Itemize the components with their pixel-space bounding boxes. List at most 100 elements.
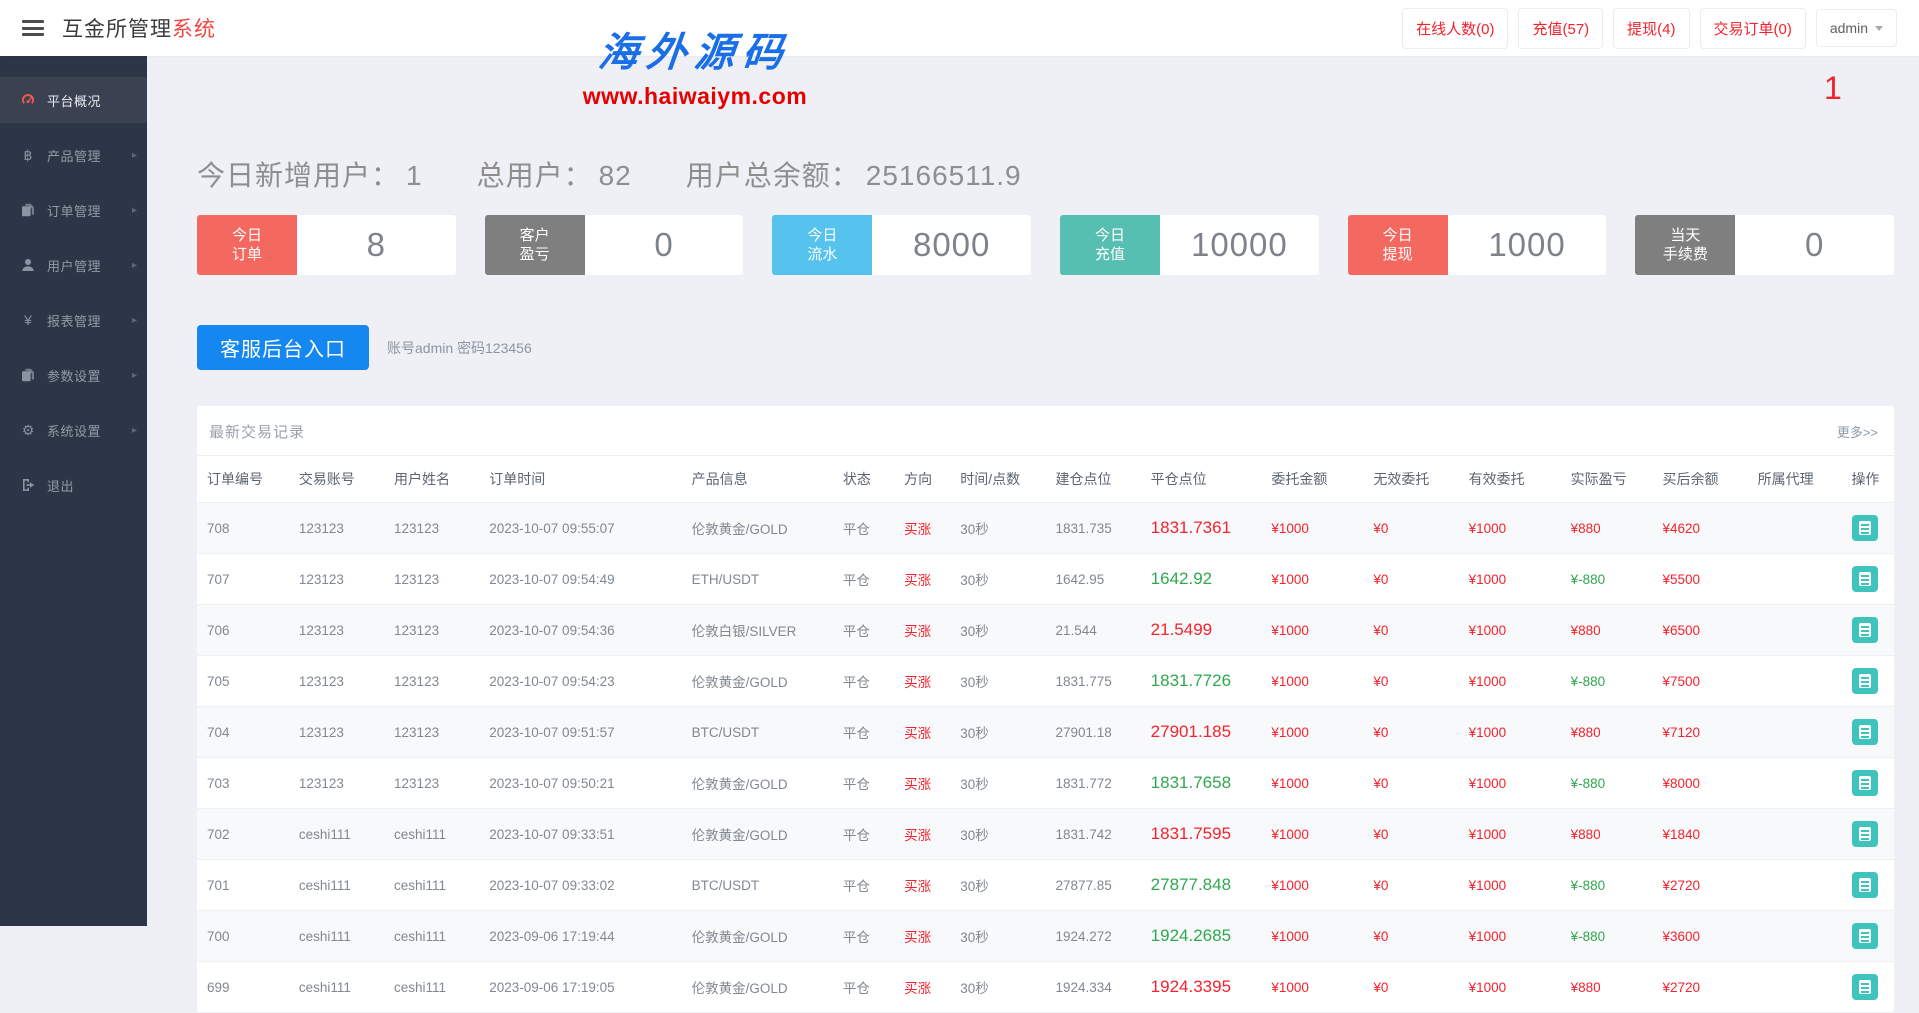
cell-profit: ¥880 xyxy=(1561,809,1653,860)
document-icon xyxy=(1859,980,1871,994)
sidebar-item-params[interactable]: 参数设置▸ xyxy=(0,352,147,398)
cell-open-price: 1831.735 xyxy=(1045,503,1140,554)
sidebar-item-label: 退出 xyxy=(47,476,74,495)
document-icon xyxy=(1859,878,1871,892)
cell-status: 平仓 xyxy=(833,860,894,911)
cell-amount: ¥1000 xyxy=(1261,758,1363,809)
sidebar-item-reports[interactable]: ¥报表管理▸ xyxy=(0,297,147,343)
header-button-recharge[interactable]: 充值(57) xyxy=(1518,8,1603,49)
stat-card-value: 10000 xyxy=(1160,215,1319,275)
cell-balance: ¥7500 xyxy=(1652,656,1747,707)
summary-stats: 今日新增用户：1总用户：82用户总余额：25166511.9 xyxy=(197,154,1894,194)
cell-action xyxy=(1843,554,1894,605)
cell-username: 123123 xyxy=(384,554,479,605)
sidebar-item-users[interactable]: 用户管理▸ xyxy=(0,242,147,288)
stat-card-value: 1000 xyxy=(1448,215,1607,275)
row-detail-button[interactable] xyxy=(1852,872,1878,898)
cell-order-time: 2023-10-07 09:50:21 xyxy=(479,758,681,809)
stat-card-label: 客户盈亏 xyxy=(485,215,585,275)
summary-stat: 今日新增用户：1 xyxy=(197,154,423,194)
cell-action xyxy=(1843,605,1894,656)
row-detail-button[interactable] xyxy=(1852,566,1878,592)
sidebar-item-overview[interactable]: 平台概况 xyxy=(0,77,147,123)
cell-username: ceshi111 xyxy=(384,911,479,962)
stat-card-today-orders: 今日订单8 xyxy=(197,215,456,275)
sidebar-item-label: 订单管理 xyxy=(47,201,101,220)
cell-amount: ¥1000 xyxy=(1261,656,1363,707)
document-icon xyxy=(1859,572,1871,586)
header-button-online-users[interactable]: 在线人数(0) xyxy=(1402,8,1508,49)
table-row: 702ceshi111ceshi1112023-10-07 09:33:51伦敦… xyxy=(197,809,1894,860)
column-header: 订单编号 xyxy=(197,456,289,503)
cell-profit: ¥880 xyxy=(1561,503,1653,554)
cell-valid: ¥1000 xyxy=(1459,962,1561,1013)
cell-open-price: 1642.95 xyxy=(1045,554,1140,605)
cell-valid: ¥1000 xyxy=(1459,554,1561,605)
header-button-trade-orders[interactable]: 交易订单(0) xyxy=(1700,8,1806,49)
header-button-withdraw[interactable]: 提现(4) xyxy=(1613,8,1689,49)
more-link[interactable]: 更多>> xyxy=(1837,422,1878,441)
summary-label: 今日新增用户： xyxy=(197,160,400,191)
user-menu[interactable]: admin xyxy=(1816,9,1897,47)
sidebar-item-logout[interactable]: 退出 xyxy=(0,462,147,508)
cell-invalid: ¥0 xyxy=(1363,962,1458,1013)
cell-action xyxy=(1843,503,1894,554)
row-detail-button[interactable] xyxy=(1852,770,1878,796)
sidebar-item-orders[interactable]: 订单管理▸ xyxy=(0,187,147,233)
cell-agent xyxy=(1748,656,1843,707)
cell-amount: ¥1000 xyxy=(1261,605,1363,656)
column-header: 建仓点位 xyxy=(1045,456,1140,503)
cell-action xyxy=(1843,656,1894,707)
cell-order-time: 2023-10-07 09:51:57 xyxy=(479,707,681,758)
cell-direction: 买涨 xyxy=(894,707,950,758)
stat-card-label: 今日充值 xyxy=(1060,215,1160,275)
main-content: 今日新增用户：1总用户：82用户总余额：25166511.9 今日订单8 客户盈亏… xyxy=(147,56,1919,926)
cell-open-price: 21.544 xyxy=(1045,605,1140,656)
cell-period: 30秒 xyxy=(950,911,1045,962)
cell-balance: ¥4620 xyxy=(1652,503,1747,554)
row-detail-button[interactable] xyxy=(1852,974,1878,1000)
stat-card-value: 8 xyxy=(297,215,456,275)
cell-open-price: 27877.85 xyxy=(1045,860,1140,911)
document-icon xyxy=(1859,725,1871,739)
gear-icon: ⚙ xyxy=(19,422,37,439)
row-detail-button[interactable] xyxy=(1852,515,1878,541)
cell-action xyxy=(1843,962,1894,1013)
stat-card-value: 0 xyxy=(1735,215,1894,275)
cell-username: ceshi111 xyxy=(384,860,479,911)
cell-order-id: 708 xyxy=(197,503,289,554)
row-detail-button[interactable] xyxy=(1852,821,1878,847)
row-detail-button[interactable] xyxy=(1852,923,1878,949)
cell-close-price: 21.5499 xyxy=(1141,605,1262,656)
params-icon xyxy=(19,368,37,382)
column-header: 用户姓名 xyxy=(384,456,479,503)
service-row: 客服后台入口 账号admin 密码123456 xyxy=(197,325,1894,370)
row-detail-button[interactable] xyxy=(1852,668,1878,694)
menu-toggle-icon[interactable] xyxy=(22,20,44,36)
cell-account: ceshi111 xyxy=(289,809,384,860)
user-icon xyxy=(19,258,37,272)
stat-card-label: 今日流水 xyxy=(772,215,872,275)
cell-order-time: 2023-10-07 09:55:07 xyxy=(479,503,681,554)
cell-agent xyxy=(1748,503,1843,554)
cell-amount: ¥1000 xyxy=(1261,554,1363,605)
service-portal-button[interactable]: 客服后台入口 xyxy=(197,325,369,370)
sidebar-item-system[interactable]: ⚙系统设置▸ xyxy=(0,407,147,453)
row-detail-button[interactable] xyxy=(1852,719,1878,745)
sidebar-item-products[interactable]: ฿产品管理▸ xyxy=(0,132,147,178)
cell-product: BTC/USDT xyxy=(682,860,833,911)
stat-cards: 今日订单8客户盈亏0今日流水8000今日充值10000今日提现1000当天手续费… xyxy=(197,215,1894,275)
stat-card-label: 今日订单 xyxy=(197,215,297,275)
cell-account: ceshi111 xyxy=(289,962,384,1013)
chevron-down-icon xyxy=(1875,26,1883,31)
user-menu-label: admin xyxy=(1830,20,1868,36)
cell-direction: 买涨 xyxy=(894,605,950,656)
cell-open-price: 1831.775 xyxy=(1045,656,1140,707)
panel-head: 最新交易记录 更多>> xyxy=(197,406,1894,455)
column-header: 时间/点数 xyxy=(950,456,1045,503)
column-header: 买后余额 xyxy=(1652,456,1747,503)
row-detail-button[interactable] xyxy=(1852,617,1878,643)
header-actions: 在线人数(0)充值(57)提现(4) 交易订单(0) admin xyxy=(1402,8,1897,49)
column-header: 所属代理 xyxy=(1748,456,1843,503)
column-header: 实际盈亏 xyxy=(1561,456,1653,503)
